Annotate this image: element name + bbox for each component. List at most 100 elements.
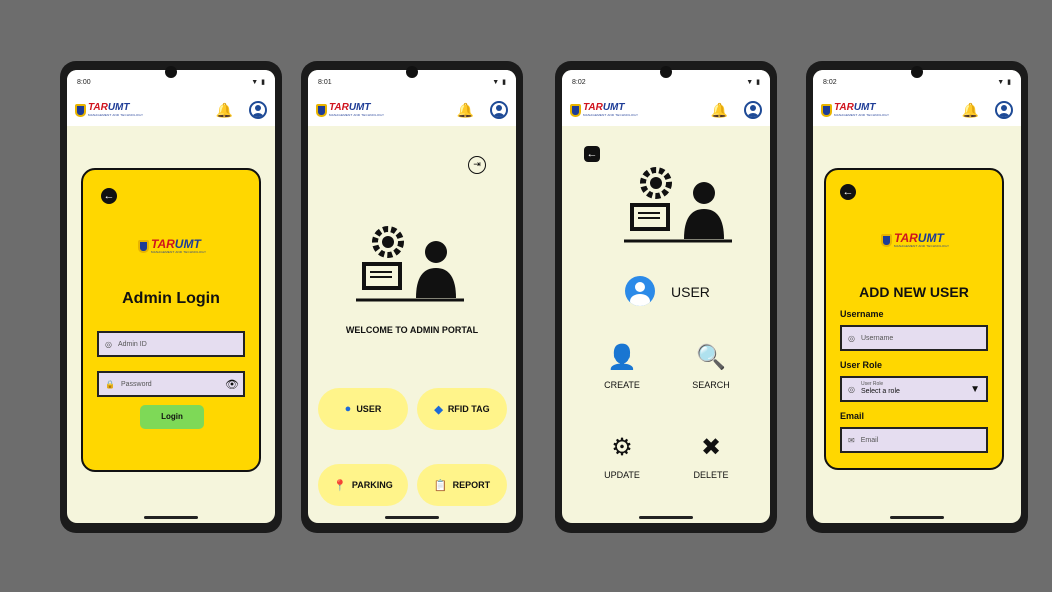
logo-text-a: TAR bbox=[151, 237, 175, 251]
crest-icon bbox=[75, 103, 86, 117]
admin-illustration-icon bbox=[624, 167, 732, 243]
user-circle-icon: ◎ bbox=[848, 333, 855, 343]
report-button-label: REPORT bbox=[452, 480, 491, 490]
profile-avatar-icon[interactable] bbox=[490, 101, 508, 119]
crest-icon bbox=[570, 103, 581, 117]
logo-subtitle: MANAGEMENT AND TECHNOLOGY bbox=[88, 113, 144, 117]
admin-id-placeholder: Admin ID bbox=[117, 340, 147, 348]
logo-subtitle: MANAGEMENT AND TECHNOLOGY bbox=[583, 113, 639, 117]
home-indicator bbox=[144, 516, 198, 519]
tarumt-logo: TARUMT MANAGEMENT AND TECHNOLOGY bbox=[75, 103, 143, 117]
logo-text-b: UMT bbox=[174, 237, 201, 251]
update-user-option[interactable]: ⚙ UPDATE bbox=[587, 433, 657, 480]
screen-portal: 8:01 ▼ ▮ TARUMT MANAGEMENT AND TECHNOLOGY… bbox=[308, 70, 516, 523]
profile-avatar-icon[interactable] bbox=[744, 101, 762, 119]
search-user-option[interactable]: 🔍 SEARCH bbox=[676, 343, 746, 390]
user-circle-icon bbox=[625, 276, 655, 306]
logo-text-b: UMT bbox=[917, 231, 944, 245]
login-card: ← TARUMT MANAGEMENT AND TECHNOLOGY Admin… bbox=[81, 168, 261, 472]
update-user-icon: ⚙ bbox=[611, 434, 633, 461]
camera-cutout bbox=[660, 66, 672, 78]
logo-subtitle: MANAGEMENT AND TECHNOLOGY bbox=[151, 250, 207, 254]
login-title: Admin Login bbox=[122, 290, 220, 307]
notification-bell-icon[interactable]: 🔔 bbox=[216, 102, 233, 119]
notification-bell-icon[interactable]: 🔔 bbox=[457, 102, 474, 119]
wifi-icon: ▼ bbox=[997, 78, 1005, 86]
tarumt-logo: TARUMT MANAGEMENT AND TECHNOLOGY bbox=[316, 103, 384, 117]
parking-pin-icon: 📍 bbox=[333, 479, 347, 492]
battery-icon: ▮ bbox=[756, 79, 760, 86]
battery-icon: ▮ bbox=[502, 79, 506, 86]
parking-button[interactable]: 📍 PARKING bbox=[318, 464, 408, 506]
update-label: UPDATE bbox=[604, 470, 640, 480]
battery-icon: ▮ bbox=[1007, 79, 1011, 86]
app-bar: TARUMT MANAGEMENT AND TECHNOLOGY 🔔 bbox=[308, 94, 516, 126]
user-button-label: USER bbox=[356, 404, 382, 414]
user-circle-icon: ◎ bbox=[105, 339, 112, 349]
password-input[interactable]: 🔒 Password 👁 bbox=[97, 371, 245, 397]
status-time: 8:00 bbox=[77, 78, 91, 86]
dropdown-caret-icon[interactable]: ▼ bbox=[970, 384, 980, 395]
rfid-tag-icon: ◆ bbox=[434, 403, 443, 416]
logo-subtitle: MANAGEMENT AND TECHNOLOGY bbox=[894, 244, 950, 248]
username-input[interactable]: ◎ Username bbox=[840, 325, 988, 351]
logout-icon[interactable]: ⇥ bbox=[468, 156, 486, 174]
user-role-select[interactable]: ◎ User Role Select a role ▼ bbox=[840, 376, 988, 402]
status-time: 8:02 bbox=[823, 78, 837, 86]
back-arrow-icon[interactable]: ← bbox=[101, 188, 117, 204]
rfid-tag-button[interactable]: ◆ RFID TAG bbox=[417, 388, 507, 430]
tarumt-logo: TARUMT MANAGEMENT AND TECHNOLOGY bbox=[821, 103, 889, 117]
envelope-icon: ✉ bbox=[848, 435, 855, 445]
logo-text-a: TAR bbox=[834, 102, 854, 113]
status-time: 8:02 bbox=[572, 78, 586, 86]
status-time: 8:01 bbox=[318, 78, 332, 86]
parking-button-label: PARKING bbox=[351, 480, 393, 490]
screen-user-menu: 8:02 ▼ ▮ TARUMT MANAGEMENT AND TECHNOLOGY… bbox=[562, 70, 770, 523]
admin-illustration-icon bbox=[356, 226, 464, 302]
create-user-option[interactable]: 👤 CREATE bbox=[587, 343, 657, 390]
user-menu-heading: USER bbox=[671, 284, 710, 300]
tarumt-logo: TARUMT MANAGEMENT AND TECHNOLOGY bbox=[570, 103, 638, 117]
logo-text-b: UMT bbox=[602, 102, 625, 113]
rfid-tag-button-label: RFID TAG bbox=[447, 404, 490, 414]
home-indicator bbox=[639, 516, 693, 519]
notification-bell-icon[interactable]: 🔔 bbox=[711, 102, 728, 119]
user-icon: ● bbox=[344, 403, 352, 415]
eye-toggle-icon[interactable]: 👁 bbox=[225, 378, 239, 391]
create-label: CREATE bbox=[604, 380, 640, 390]
notification-bell-icon[interactable]: 🔔 bbox=[962, 102, 979, 119]
welcome-text: WELCOME TO ADMIN PORTAL bbox=[345, 325, 479, 335]
crest-icon bbox=[881, 233, 892, 247]
logo-subtitle: MANAGEMENT AND TECHNOLOGY bbox=[834, 113, 890, 117]
user-role-label: User Role bbox=[840, 360, 883, 370]
delete-user-option[interactable]: ✖ DELETE bbox=[676, 433, 746, 480]
user-button[interactable]: ● USER bbox=[318, 388, 408, 430]
logo-text-b: UMT bbox=[348, 102, 371, 113]
report-button[interactable]: 📋 REPORT bbox=[417, 464, 507, 506]
email-input[interactable]: ✉ Email bbox=[840, 427, 988, 453]
lock-icon: 🔒 bbox=[105, 379, 115, 389]
camera-cutout bbox=[165, 66, 177, 78]
profile-avatar-icon[interactable] bbox=[249, 101, 267, 119]
back-arrow-icon[interactable]: ← bbox=[584, 146, 600, 162]
username-placeholder: Username bbox=[860, 334, 894, 342]
app-bar: TARUMT MANAGEMENT AND TECHNOLOGY 🔔 bbox=[67, 94, 275, 126]
crest-icon bbox=[821, 103, 832, 117]
search-user-icon: 🔍 bbox=[696, 344, 726, 371]
role-selected-value: Select a role bbox=[860, 387, 900, 395]
logo-text-a: TAR bbox=[583, 102, 603, 113]
camera-cutout bbox=[911, 66, 923, 78]
admin-id-input[interactable]: ◎ Admin ID bbox=[97, 331, 245, 357]
profile-avatar-icon[interactable] bbox=[995, 101, 1013, 119]
logo-text-b: UMT bbox=[853, 102, 876, 113]
logo-text-a: TAR bbox=[329, 102, 349, 113]
search-label: SEARCH bbox=[692, 380, 730, 390]
logo-subtitle: MANAGEMENT AND TECHNOLOGY bbox=[329, 113, 385, 117]
card-logo: TARUMT MANAGEMENT AND TECHNOLOGY bbox=[138, 238, 206, 254]
logo-text-b: UMT bbox=[107, 102, 130, 113]
back-arrow-icon[interactable]: ← bbox=[840, 184, 856, 200]
login-button[interactable]: Login bbox=[140, 405, 204, 429]
phone-login: 8:00 ▼ ▮ TARUMT MANAGEMENT AND TECHNOLOGY… bbox=[60, 61, 282, 533]
user-circle-icon: ◎ bbox=[848, 384, 855, 394]
app-bar: TARUMT MANAGEMENT AND TECHNOLOGY 🔔 bbox=[813, 94, 1021, 126]
